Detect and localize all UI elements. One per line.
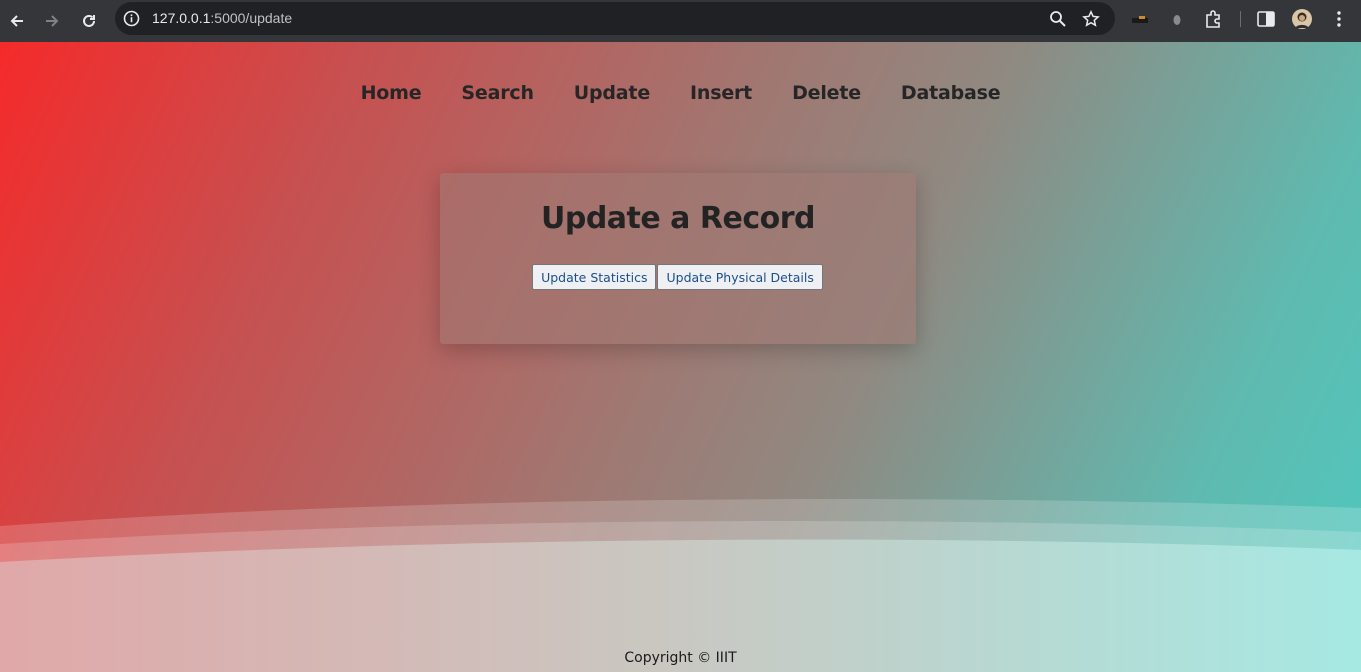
nav-search[interactable]: Search	[441, 82, 553, 104]
url-host: 127.0.0.1	[152, 10, 211, 26]
main-nav: Home Search Update Insert Delete Databas…	[0, 82, 1361, 104]
url-path: :5000/update	[210, 10, 293, 26]
nav-home[interactable]: Home	[341, 82, 442, 104]
nav-update[interactable]: Update	[554, 82, 670, 104]
url-text[interactable]: 127.0.0.1:5000/update	[152, 10, 292, 26]
forward-button[interactable]	[37, 6, 67, 36]
nav-delete[interactable]: Delete	[772, 82, 881, 104]
update-card: Update a Record Update Statistics Update…	[440, 173, 916, 344]
browser-toolbar: 127.0.0.1:5000/update	[0, 0, 1361, 42]
extensions-puzzle-icon[interactable]	[1203, 9, 1223, 29]
extension-icon[interactable]	[1131, 9, 1151, 29]
nav-insert[interactable]: Insert	[670, 82, 772, 104]
update-physical-details-button[interactable]: Update Physical Details	[657, 264, 823, 290]
reload-button[interactable]	[74, 6, 104, 36]
address-bar[interactable]: 127.0.0.1:5000/update	[115, 2, 1115, 35]
footer-copyright: Copyright © IIIT	[624, 650, 737, 666]
menu-kebab-icon[interactable]	[1329, 9, 1349, 29]
card-title: Update a Record	[541, 201, 815, 236]
page-content: Home Search Update Insert Delete Databas…	[0, 42, 1361, 672]
background-waves	[0, 499, 1361, 672]
reload-icon	[83, 14, 95, 27]
back-arrow-icon	[10, 15, 23, 27]
nav-database[interactable]: Database	[881, 82, 1021, 104]
update-statistics-button[interactable]: Update Statistics	[532, 264, 657, 290]
site-info-icon[interactable]	[123, 10, 140, 27]
bookmark-star-icon[interactable]	[1082, 10, 1100, 28]
forward-arrow-icon	[46, 15, 59, 27]
extension-icon[interactable]	[1167, 9, 1187, 29]
back-button[interactable]	[2, 6, 32, 36]
profile-avatar[interactable]	[1292, 9, 1312, 29]
zoom-icon[interactable]	[1049, 10, 1067, 28]
card-button-group: Update Statistics Update Physical Detail…	[440, 264, 916, 290]
toolbar-divider	[1240, 11, 1241, 27]
side-panel-icon[interactable]	[1256, 9, 1276, 29]
